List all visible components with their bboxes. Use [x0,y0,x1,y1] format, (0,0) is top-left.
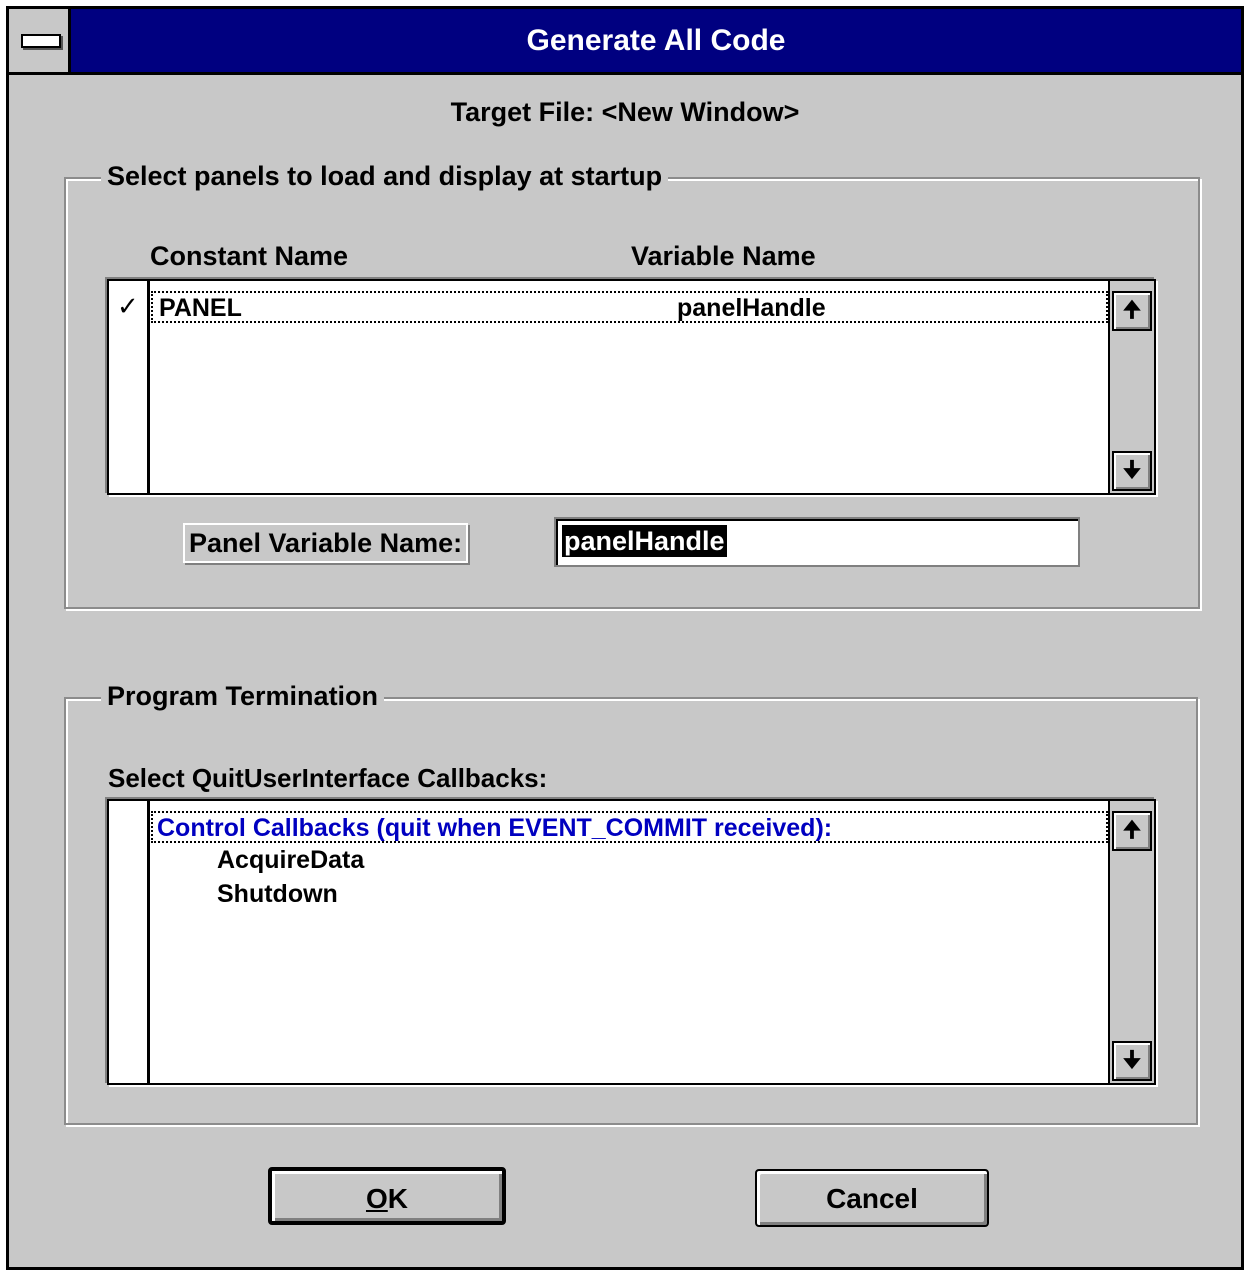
callbacks-scrollbar[interactable]: 🠉 🠋 [1108,801,1154,1083]
ok-label-rest: K [387,1183,408,1214]
callback-item: AcquireData [217,846,365,874]
cancel-button[interactable]: Cancel [755,1169,989,1227]
list-item[interactable]: PANEL panelHandle [151,291,1108,323]
variable-name-header: Variable Name [631,241,816,271]
check-column [109,801,150,1083]
constant-name-header: Constant Name [150,241,349,271]
target-file-label: Target File: <New Window> [450,97,800,127]
check-mark-icon[interactable]: ✓ [117,291,139,322]
minus-bar-icon [21,34,61,48]
scroll-down-icon[interactable]: 🠋 [1112,1041,1152,1081]
ok-mnemonic: O [365,1183,388,1214]
panel-variable-value: panelHandle [562,525,727,557]
list-item[interactable]: Control Callbacks (quit when EVENT_COMMI… [151,811,1108,843]
title-bar: Generate All Code [9,9,1241,75]
callback-heading: Control Callbacks (quit when EVENT_COMMI… [157,814,833,842]
list-item[interactable]: AcquireData [151,845,1108,877]
panels-scrollbar[interactable]: 🠉 🠋 [1108,281,1154,493]
row-constant: PANEL [159,294,242,322]
scroll-up-icon[interactable]: 🠉 [1112,811,1152,851]
panel-variable-input[interactable]: panelHandle [554,517,1080,567]
list-item[interactable]: Shutdown [151,879,1108,911]
scroll-down-icon[interactable]: 🠋 [1112,451,1152,491]
callbacks-listbox[interactable]: Control Callbacks (quit when EVENT_COMMI… [107,799,1156,1085]
callback-item: Shutdown [217,880,338,908]
system-menu-button[interactable] [9,9,71,72]
scroll-up-icon[interactable]: 🠉 [1112,291,1152,331]
callbacks-label: Select QuitUserInterface Callbacks: [108,763,548,793]
ok-button[interactable]: OK [268,1167,506,1225]
panel-variable-label: Panel Variable Name: [183,523,469,563]
panels-listbox[interactable]: ✓ PANEL panelHandle 🠉 🠋 [107,279,1156,495]
dialog-window: Generate All Code Target File: <New Wind… [6,6,1244,1270]
termination-group-label: Program Termination [101,681,385,712]
panels-group-label: Select panels to load and display at sta… [101,161,669,192]
row-variable: panelHandle [677,294,826,322]
window-title: Generate All Code [526,24,786,57]
